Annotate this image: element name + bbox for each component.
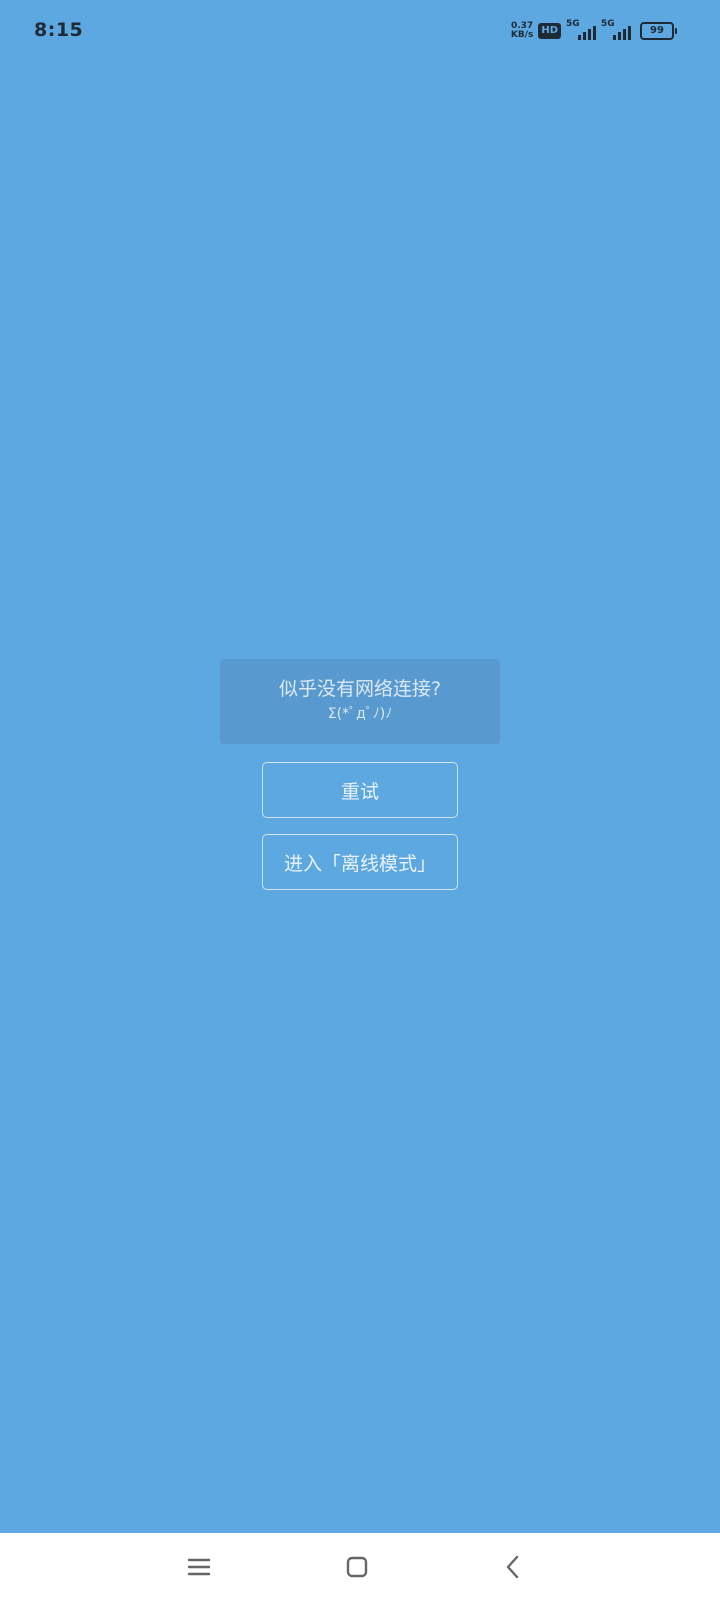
sim1-network-type: 5G — [566, 19, 580, 29]
app-screen: 8:15 0.37 KB/s HD 5G 5G 99 似乎没有网络连接? Σ(*… — [0, 0, 720, 1533]
battery-icon: 99 — [640, 22, 677, 40]
status-bar: 8:15 0.37 KB/s HD 5G 5G 99 — [0, 0, 720, 62]
back-icon[interactable] — [500, 1553, 528, 1581]
network-speed-unit: KB/s — [510, 30, 534, 40]
hd-voice-icon: HD — [538, 23, 561, 39]
offline-mode-button[interactable]: 进入「离线模式」 — [262, 834, 458, 890]
signal-icon: 5G — [566, 19, 596, 40]
network-speed: 0.37 KB/s — [511, 22, 533, 40]
status-time: 8:15 — [34, 19, 84, 41]
status-icons: 0.37 KB/s HD 5G 5G 99 — [511, 19, 677, 42]
navigation-bar — [0, 1533, 720, 1600]
sim2-network-type: 5G — [601, 19, 615, 29]
retry-button[interactable]: 重试 — [262, 762, 458, 818]
kaomoji-face: Σ(*ﾟдﾟﾉ)ﾉ — [327, 706, 393, 722]
no-network-message: 似乎没有网络连接? Σ(*ﾟдﾟﾉ)ﾉ — [220, 659, 500, 744]
no-network-title: 似乎没有网络连接? — [278, 678, 442, 700]
battery-level: 99 — [650, 25, 664, 36]
home-icon[interactable] — [343, 1553, 371, 1581]
signal-icon: 5G — [601, 19, 631, 40]
menu-icon[interactable] — [185, 1553, 213, 1581]
